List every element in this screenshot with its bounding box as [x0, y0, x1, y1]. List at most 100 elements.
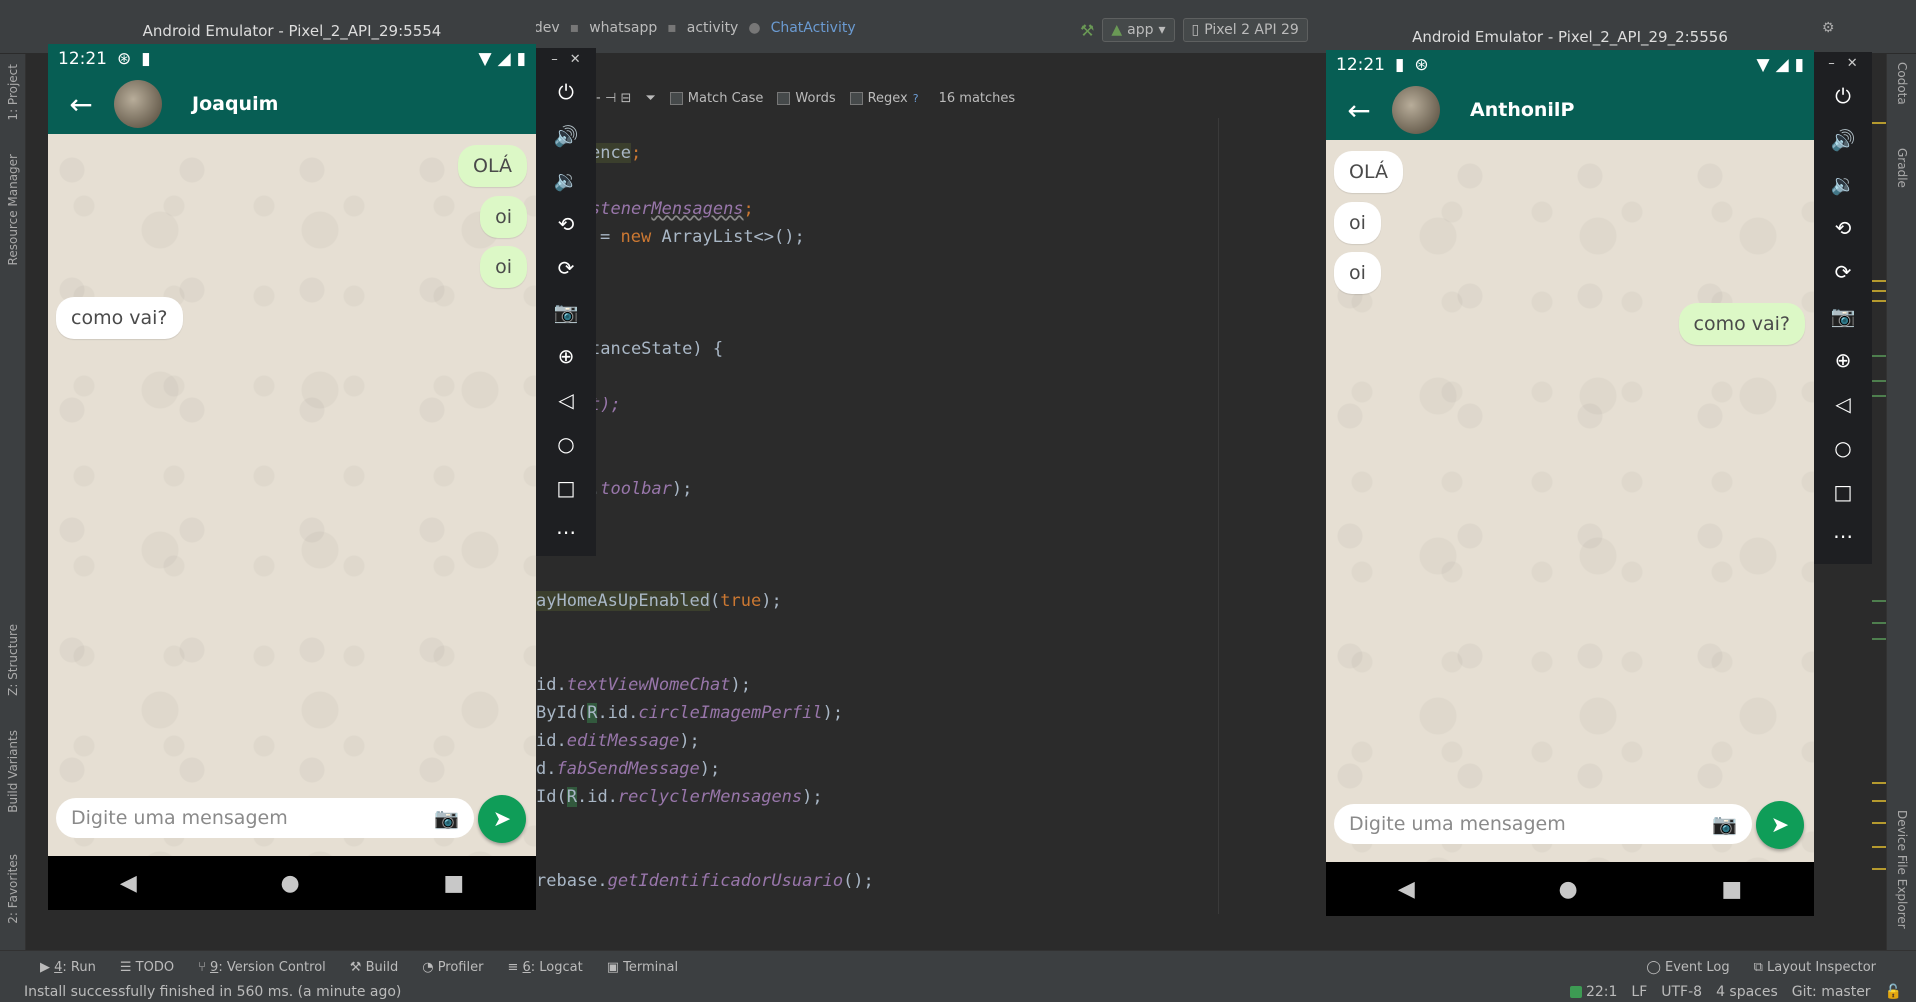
message-placeholder: Digite uma mensagem — [1349, 813, 1566, 835]
line-separator[interactable]: LF — [1631, 984, 1647, 1000]
chat-area[interactable]: OLÁ oi oi como vai? Digite uma mensagem … — [48, 134, 536, 856]
camera-icon[interactable]: 📷 — [1712, 812, 1737, 836]
nav-home-icon[interactable]: ● — [1558, 877, 1577, 902]
send-button[interactable]: ➤ — [1756, 801, 1804, 849]
hammer-icon[interactable]: ⚒ — [1080, 21, 1094, 40]
panel-project[interactable]: 1: Project — [6, 64, 20, 121]
back-icon[interactable]: ◁ — [1835, 382, 1850, 426]
nav-overview-icon[interactable]: ■ — [443, 871, 464, 896]
right-margin-guide — [1218, 118, 1219, 914]
indent-setting[interactable]: 4 spaces — [1716, 984, 1778, 1000]
camera-icon[interactable]: 📷 — [554, 290, 579, 334]
match-case-checkbox[interactable]: Match Case — [669, 91, 763, 106]
close-icon[interactable]: ✕ — [1847, 56, 1858, 71]
volume-up-icon[interactable]: 🔊 — [554, 114, 579, 158]
battery-icon: ▮ — [516, 49, 526, 69]
filter-icon[interactable]: ⏷ — [645, 91, 655, 106]
folder-icon: ▪ — [569, 20, 580, 36]
overview-icon[interactable]: □ — [557, 466, 576, 510]
camera-icon[interactable]: 📷 — [434, 806, 459, 830]
emulator-right-screen[interactable]: 12:21 ▮ ⊛ ▼ ◢ ▮ ← AnthonilP OLÁ oi oi como… — [1326, 50, 1814, 916]
emulator-left-titlebar[interactable]: Android Emulator - Pixel_2_API_29:5554 — [48, 18, 536, 44]
rotate-right-icon[interactable]: ⟳ — [558, 246, 575, 290]
back-arrow-icon[interactable]: ← — [48, 88, 114, 121]
nav-back-icon[interactable]: ◀ — [1398, 877, 1415, 902]
camera-icon[interactable]: 📷 — [1831, 294, 1856, 338]
nav-overview-icon[interactable]: ■ — [1721, 877, 1742, 902]
panel-build-variants[interactable]: Build Variants — [6, 730, 20, 813]
rotate-left-icon[interactable]: ⟲ — [558, 202, 575, 246]
send-button[interactable]: ➤ — [478, 795, 526, 843]
nav-home-icon[interactable]: ● — [280, 871, 299, 896]
back-icon[interactable]: ◁ — [558, 378, 573, 422]
message-input[interactable]: Digite uma mensagem 📷 — [1334, 804, 1752, 844]
regex-checkbox[interactable]: Regex? — [849, 91, 919, 106]
find-options-icon[interactable]: ⊹ ⊣ ⊟ — [590, 91, 631, 106]
class-icon: ● — [748, 20, 761, 36]
words-checkbox[interactable]: Words — [777, 91, 836, 106]
panel-device-file-explorer[interactable]: Device File Explorer — [1895, 810, 1909, 929]
tab-terminal[interactable]: ▣ Terminal — [607, 960, 678, 975]
panel-resource-manager[interactable]: Resource Manager — [6, 154, 20, 265]
breadcrumb-item[interactable]: whatsapp — [589, 20, 657, 36]
tab-event-log[interactable]: ◯ Event Log — [1646, 960, 1729, 975]
panel-structure[interactable]: Z: Structure — [6, 624, 20, 696]
gear-icon[interactable]: ⚙ — [1822, 20, 1835, 36]
tab-version-control[interactable]: ⑂ 9: Version Control — [198, 960, 326, 975]
run-config-select[interactable]: ▲ app ▾ — [1102, 18, 1175, 42]
breadcrumb: idev ▪ whatsapp ▪ activity ● ChatActivit… — [530, 20, 856, 36]
tab-profiler[interactable]: ◔ Profiler — [422, 960, 483, 975]
lock-icon[interactable]: 🔓 — [1885, 984, 1902, 1000]
home-icon[interactable]: ○ — [557, 422, 574, 466]
tab-layout-inspector[interactable]: ⧉ Layout Inspector — [1754, 960, 1876, 975]
code-line: tanceState) { — [590, 339, 724, 359]
power-icon[interactable]: ⏻ — [1835, 74, 1851, 118]
tab-build[interactable]: ⚒ Build — [350, 960, 398, 975]
close-icon[interactable]: ✕ — [570, 52, 581, 67]
zoom-icon[interactable]: ⊕ — [558, 334, 575, 378]
overview-icon[interactable]: □ — [1834, 470, 1853, 514]
more-icon[interactable]: ⋯ — [556, 510, 576, 554]
tab-todo[interactable]: ☰ TODO — [120, 960, 174, 975]
tab-run[interactable]: ▶ 4: Run — [40, 960, 96, 975]
tab-logcat[interactable]: ≡ 6: Logcat — [507, 960, 582, 975]
back-arrow-icon[interactable]: ← — [1326, 94, 1392, 127]
message-input[interactable]: Digite uma mensagem 📷 — [56, 798, 474, 838]
contact-name: AnthonilP — [1470, 99, 1575, 121]
volume-down-icon[interactable]: 🔉 — [1831, 162, 1856, 206]
panel-gradle[interactable]: Gradle — [1895, 148, 1909, 188]
panel-favorites[interactable]: 2: Favorites — [6, 854, 20, 924]
nav-back-icon[interactable]: ◀ — [120, 871, 137, 896]
avatar[interactable] — [1392, 86, 1440, 134]
more-icon[interactable]: ⋯ — [1833, 514, 1853, 558]
zoom-icon[interactable]: ⊕ — [1835, 338, 1852, 382]
avatar[interactable] — [114, 80, 162, 128]
emulator-left-screen[interactable]: 12:21 ⊛ ▮ ▼ ◢ ▮ ← Joaquim OLÁ oi oi como v… — [48, 44, 536, 910]
device-select[interactable]: ▯ Pixel 2 API 29 — [1182, 18, 1308, 42]
volume-down-icon[interactable]: 🔉 — [554, 158, 579, 202]
breadcrumb-item-active[interactable]: ChatActivity — [771, 20, 856, 36]
rotate-left-icon[interactable]: ⟲ — [1835, 206, 1852, 250]
minimize-icon[interactable]: – — [1828, 56, 1835, 71]
chat-area[interactable]: OLÁ oi oi como vai? Digite uma mensagem … — [1326, 140, 1814, 862]
chevron-down-icon: ▾ — [1158, 22, 1166, 38]
vcs-branch[interactable]: Git: master — [1792, 984, 1871, 1000]
breadcrumb-item[interactable]: activity — [687, 20, 739, 36]
home-icon[interactable]: ○ — [1834, 426, 1851, 470]
regex-help-link[interactable]: ? — [913, 92, 919, 105]
bottom-right-tabs: ◯ Event Log ⧉ Layout Inspector — [1646, 960, 1876, 975]
file-encoding[interactable]: UTF-8 — [1661, 984, 1702, 1000]
power-icon[interactable]: ⏻ — [558, 70, 574, 114]
cursor-position[interactable]: 22:1 — [1569, 984, 1617, 1000]
emulator-title: Android Emulator - Pixel_2_API_29_2:5556 — [1326, 24, 1814, 50]
minimize-icon[interactable]: – — [551, 52, 558, 67]
rotate-right-icon[interactable]: ⟳ — [1835, 250, 1852, 294]
android-status-bar: 12:21 ▮ ⊛ ▼ ◢ ▮ — [1326, 50, 1814, 80]
volume-up-icon[interactable]: 🔊 — [1831, 118, 1856, 162]
status-bar: Install successfully finished in 560 ms.… — [0, 984, 1916, 1002]
send-icon: ➤ — [492, 806, 512, 832]
message-bubble: OLÁ — [458, 145, 527, 187]
message-bubble: como vai? — [56, 297, 183, 339]
panel-codota[interactable]: Codota — [1895, 62, 1909, 105]
emulator-right-titlebar[interactable]: Android Emulator - Pixel_2_API_29_2:5556 — [1326, 24, 1814, 50]
